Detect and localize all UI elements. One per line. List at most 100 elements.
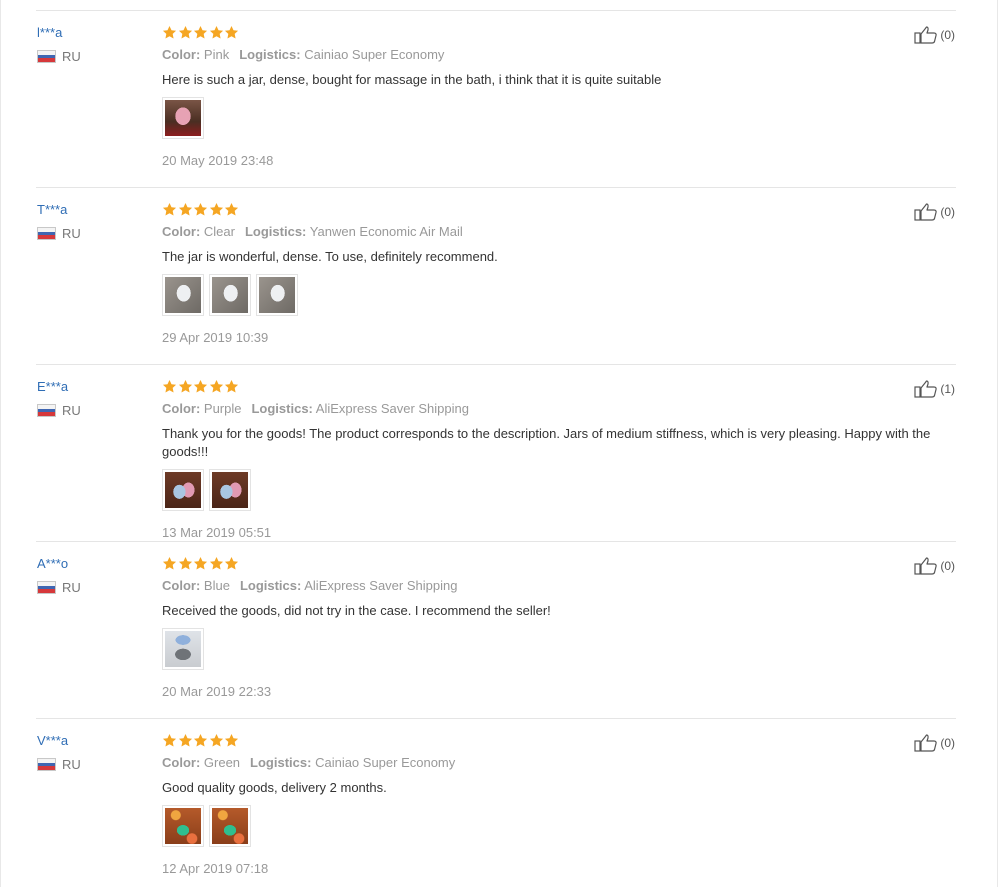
star-icon: [193, 25, 209, 41]
reviews-panel: l***a RU Color: Pink Logistics: Cainiao Sup…: [0, 0, 998, 887]
helpful-count: (0): [940, 736, 955, 750]
star-rating: [162, 379, 952, 395]
review-date: 20 Mar 2019 22:33: [162, 684, 272, 699]
reviewer-country: RU: [37, 226, 81, 241]
thumbs-up-icon: [914, 557, 940, 575]
russia-flag-icon: [37, 758, 56, 771]
review-text: Here is such a jar, dense, bought for ma…: [162, 72, 662, 87]
order-info: Color: Green Logistics: Cainiao Super Eco…: [162, 755, 952, 773]
review-photos: [162, 97, 952, 139]
star-icon: [162, 202, 178, 218]
star-icon: [178, 202, 194, 218]
star-icon: [193, 202, 209, 218]
review-date: 13 Mar 2019 05:51: [162, 525, 272, 540]
reviewer-name[interactable]: l***a: [37, 25, 81, 43]
logistics-value: AliExpress Saver Shipping: [315, 401, 469, 416]
review-photo-thumbnail[interactable]: [209, 469, 251, 511]
review-item: V***a RU Color: Green Logistics: Cainiao Su…: [36, 719, 956, 887]
thumbs-up-icon: [914, 380, 940, 398]
review-photo-thumbnail[interactable]: [162, 805, 204, 847]
review-photos: [162, 805, 952, 847]
helpful-button[interactable]: (1): [914, 380, 955, 398]
review-photo-thumbnail[interactable]: [256, 274, 298, 316]
reviewer-name[interactable]: V***a: [37, 733, 81, 751]
reviewer-info: l***a RU: [37, 25, 81, 64]
star-icon: [209, 556, 225, 572]
color-label: Color:: [162, 47, 201, 62]
review-date: 29 Apr 2019 10:39: [162, 330, 269, 345]
star-icon: [162, 556, 178, 572]
star-icon: [224, 202, 240, 218]
color-label: Color:: [162, 401, 201, 416]
review-photo-thumbnail[interactable]: [162, 97, 204, 139]
reviewer-info: E***a RU: [37, 379, 81, 418]
reviewer-country: RU: [37, 49, 81, 64]
star-icon: [209, 379, 225, 395]
review-item: T***a RU Color: Clear Logistics: Yanwen Eco…: [36, 188, 956, 365]
logistics-label: Logistics:: [250, 755, 312, 770]
star-icon: [178, 379, 194, 395]
thumbs-up-icon: [914, 203, 940, 221]
helpful-button[interactable]: (0): [914, 557, 955, 575]
reviewer-country: RU: [37, 403, 81, 418]
color-value: Blue: [203, 578, 230, 593]
reviewer-info: A***o RU: [37, 556, 81, 595]
review-photo-thumbnail[interactable]: [209, 805, 251, 847]
star-icon: [193, 556, 209, 572]
review-text: The jar is wonderful, dense. To use, def…: [162, 249, 498, 264]
logistics-label: Logistics:: [239, 47, 301, 62]
star-icon: [209, 25, 225, 41]
country-code: RU: [62, 580, 81, 595]
russia-flag-icon: [37, 581, 56, 594]
helpful-button[interactable]: (0): [914, 203, 955, 221]
star-rating: [162, 556, 952, 572]
reviewer-info: T***a RU: [37, 202, 81, 241]
color-value: Pink: [203, 47, 230, 62]
review-item: l***a RU Color: Pink Logistics: Cainiao Sup…: [36, 11, 956, 188]
helpful-count: (0): [940, 205, 955, 219]
review-photo-thumbnail[interactable]: [209, 274, 251, 316]
helpful-count: (1): [940, 382, 955, 396]
reviewer-name[interactable]: T***a: [37, 202, 81, 220]
logistics-label: Logistics:: [244, 224, 307, 239]
review-content: Color: Clear Logistics: Yanwen Economic A…: [162, 202, 952, 345]
country-code: RU: [62, 757, 81, 772]
country-code: RU: [62, 49, 81, 64]
thumbs-up-icon: [914, 734, 940, 752]
helpful-count: (0): [940, 28, 955, 42]
star-icon: [178, 556, 194, 572]
star-icon: [162, 733, 178, 749]
russia-flag-icon: [37, 404, 56, 417]
color-value: Clear: [203, 224, 235, 239]
order-info: Color: Purple Logistics: AliExpress Saver…: [162, 401, 952, 419]
review-date: 12 Apr 2019 07:18: [162, 861, 269, 876]
thumbs-up-icon: [914, 26, 940, 44]
review-content: Color: Blue Logistics: AliExpress Saver S…: [162, 556, 952, 699]
country-code: RU: [62, 403, 81, 418]
logistics-value: Yanwen Economic Air Mail: [309, 224, 463, 239]
star-icon: [162, 379, 178, 395]
logistics-label: Logistics:: [239, 578, 302, 593]
review-photo-thumbnail[interactable]: [162, 469, 204, 511]
review-photos: [162, 469, 952, 511]
review-photo-thumbnail[interactable]: [162, 628, 204, 670]
reviewer-name[interactable]: E***a: [37, 379, 81, 397]
star-icon: [162, 25, 178, 41]
logistics-value: Cainiao Super Economy: [304, 47, 445, 62]
star-icon: [209, 733, 225, 749]
reviewer-name[interactable]: A***o: [37, 556, 81, 574]
color-label: Color:: [162, 755, 201, 770]
color-label: Color:: [162, 578, 201, 593]
review-content: Color: Green Logistics: Cainiao Super Eco…: [162, 733, 952, 876]
star-rating: [162, 202, 952, 218]
star-icon: [193, 733, 209, 749]
helpful-button[interactable]: (0): [914, 734, 955, 752]
star-icon: [178, 733, 194, 749]
reviewer-country: RU: [37, 580, 81, 595]
helpful-button[interactable]: (0): [914, 26, 955, 44]
review-content: Color: Purple Logistics: AliExpress Saver…: [162, 379, 952, 540]
review-text: Received the goods, did not try in the c…: [162, 603, 551, 618]
color-value: Purple: [203, 401, 242, 416]
review-photo-thumbnail[interactable]: [162, 274, 204, 316]
russia-flag-icon: [37, 227, 56, 240]
